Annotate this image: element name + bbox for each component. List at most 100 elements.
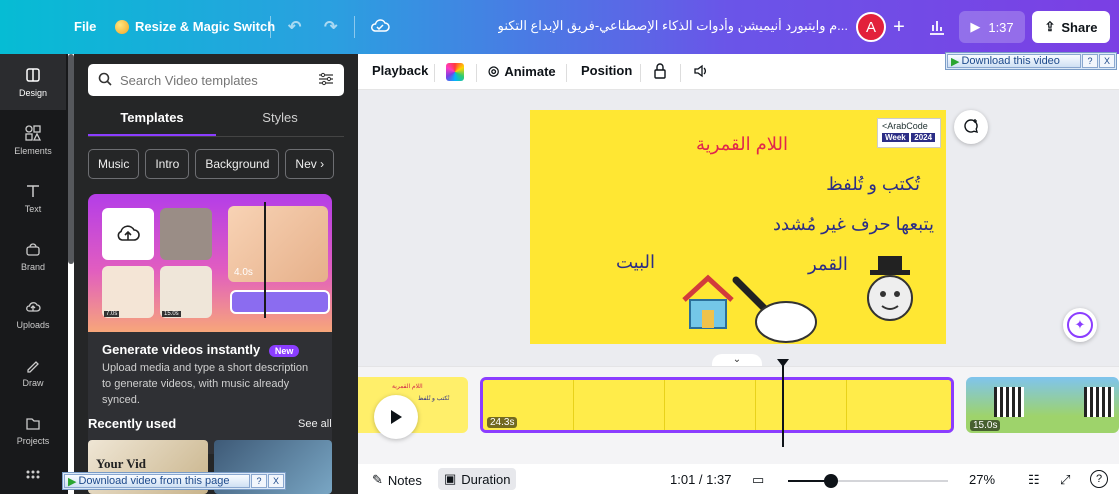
help-icon[interactable]: ? [1090,470,1108,488]
rail-projects[interactable]: Projects [0,402,66,458]
timeline-clip-3[interactable]: 15.0s [966,377,1119,433]
help-icon[interactable]: ? [1082,54,1098,68]
present-play-button[interactable]: ▶ 1:37 [959,11,1025,43]
playhead[interactable] [782,359,784,447]
zoom-level[interactable]: 27% [969,472,995,487]
redo-icon[interactable]: ↷ [324,17,337,37]
tab-templates[interactable]: Templates [88,110,216,136]
projects-icon [26,418,40,430]
rail-design[interactable]: Design [0,54,66,110]
download-label: Download this video [961,55,1060,67]
rail-draw[interactable]: Draw [0,344,66,400]
sparkle-icon: ✦ [1067,312,1093,338]
position-button[interactable]: Position [581,63,632,78]
qr-code-image [1084,387,1114,417]
chip-new[interactable]: Nev › [285,149,335,179]
slide-word-left[interactable]: البيت [616,252,655,273]
divider [434,64,435,82]
uploads-icon [26,302,41,312]
see-all-link[interactable]: See all [298,418,332,430]
share-label: Share [1061,19,1098,35]
timeline-clip-2-selected[interactable]: 24.3s [480,377,954,433]
share-icon: ⇪ [1044,19,1056,34]
add-comment-button[interactable] [954,110,988,144]
clip-duration: 24.3s [487,417,518,428]
chip-music[interactable]: Music [88,149,140,179]
chip-intro[interactable]: Intro [145,149,190,179]
brand-icon [26,243,40,256]
download-this-video-button[interactable]: ▶ Download this video [947,54,1081,68]
rail-uploads[interactable]: Uploads [0,286,66,342]
download-video-from-page-button[interactable]: ▶ Download video from this page [64,474,250,488]
grid-view-icon[interactable]: ☷ [1028,472,1040,488]
download-video-bar: ▶ Download this video ? X [945,52,1117,70]
tab-styles[interactable]: Styles [216,110,344,136]
play-icon: ▶ [970,19,981,34]
cloud-saved-icon[interactable] [370,16,390,36]
playback-button[interactable]: Playback [372,63,428,78]
help-icon[interactable]: ? [251,474,267,488]
download-video-page-bar: ▶ Download video from this page ? X [62,472,286,490]
logo-text: Week [882,133,909,142]
rail-apps[interactable] [0,460,66,494]
share-button[interactable]: ⇪ Share [1032,11,1110,43]
duration-button[interactable]: ▣ Duration [438,468,517,490]
search-box[interactable] [88,64,344,96]
notes-button[interactable]: ✎ Notes [372,472,422,488]
close-icon[interactable]: X [1099,54,1115,68]
slide-line-2[interactable]: يتبعها حرف غير مُشدد [773,214,934,235]
rail-elements[interactable]: Elements [0,112,66,168]
close-icon[interactable]: X [268,474,284,488]
fullscreen-icon[interactable]: ⤢ [1060,472,1070,488]
search-icon [98,72,112,89]
logo-text: 2024 [911,133,936,142]
lock-icon[interactable] [653,63,667,79]
slide-line-1[interactable]: تُكتب و تُلفظ [826,174,920,195]
avatar[interactable]: A [856,12,886,42]
slide-title[interactable]: اللام القمرية [696,134,788,155]
resize-magic-switch-button[interactable]: Resize & Magic Switch [115,19,275,34]
arabcode-week-logo: <ArabCode Week 2024 [877,118,941,148]
magic-assistant-button[interactable]: ✦ [1063,308,1097,342]
document-title[interactable]: ...م وايتبورد أنيميشن وأدوات الذكاء الإص… [498,18,848,34]
clip-duration: 15.0s [970,420,1001,431]
divider [88,136,344,137]
pomeranian-photo: 4.0s [228,206,328,282]
file-menu[interactable]: File [74,19,96,34]
clip-frame [847,380,951,430]
new-badge: New [268,344,300,357]
animate-button[interactable]: ◎ Animate [488,63,556,79]
rail-brand[interactable]: Brand [0,228,66,284]
hand-with-marker-illustration [726,270,836,344]
color-picker[interactable] [446,63,464,81]
zoom-slider[interactable] [788,474,948,488]
moon-character-illustration [860,250,920,330]
filter-icon[interactable] [318,72,334,89]
add-collaborator-icon[interactable]: + [886,14,912,40]
search-input[interactable] [120,72,310,88]
rail-label: Text [24,204,42,214]
design-icon [26,68,40,82]
generate-videos-card[interactable]: 7.0s 15.0s 4.0s Generate videos instantl… [88,194,332,454]
divider [270,16,271,38]
promo-artwork: 7.0s 15.0s 4.0s [88,194,332,332]
rail-label: Elements [14,146,52,156]
apps-grid-icon [26,470,40,479]
rail-text[interactable]: Text [0,170,66,226]
volume-icon[interactable] [692,63,708,79]
templates-panel: Templates Styles Music Intro Background … [74,54,427,494]
divider [566,64,567,82]
undo-icon[interactable]: ↶ [288,17,301,37]
download-label: Download video from this page [78,475,230,487]
timeline-view-icon[interactable]: ▭ [752,472,764,488]
thumb-time: 7.0s [104,311,120,317]
divider [476,64,477,82]
chip-background[interactable]: Background [195,149,280,179]
menu-icon[interactable] [22,17,42,37]
slide-canvas[interactable]: اللام القمرية <ArabCode Week 2024 تُكتب … [530,110,946,344]
zoom-slider-knob[interactable] [824,474,838,488]
clip-frame [756,380,847,430]
top-bar: File Resize & Magic Switch ↶ ↷ ...م وايت… [0,0,1119,54]
insights-icon[interactable] [926,16,948,38]
timeline-play-button[interactable] [374,395,418,439]
